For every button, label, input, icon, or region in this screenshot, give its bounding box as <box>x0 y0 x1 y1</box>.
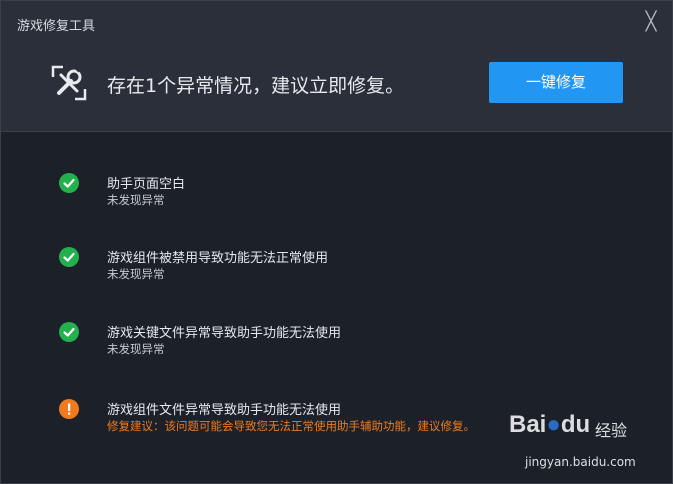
check-item-detail: 未发现异常 <box>107 342 165 356</box>
baidu-jingyan-watermark: Bai●du 经验 jingyan.baidu.com <box>509 411 669 475</box>
exclamation-circle-icon <box>59 399 79 419</box>
close-icon[interactable]: ╳ <box>640 11 662 33</box>
repair-tool-window: 游戏修复工具 ╳ 存在1个异常情况，建议立即修复。 一键修复 助手页面空白 未发现… <box>0 0 673 484</box>
wrench-screwdriver-icon <box>51 65 87 101</box>
watermark-label: 经验 <box>595 421 628 440</box>
check-circle-icon <box>59 322 79 342</box>
summary-message: 存在1个异常情况，建议立即修复。 <box>107 75 405 97</box>
check-item-detail: 未发现异常 <box>107 193 165 207</box>
check-item-title: 助手页面空白 <box>107 177 186 192</box>
check-item-detail: 未发现异常 <box>107 267 165 281</box>
window-title: 游戏修复工具 <box>17 19 96 34</box>
baidu-logo: Bai●du <box>509 411 591 438</box>
watermark-url: jingyan.baidu.com <box>525 455 636 469</box>
check-circle-icon <box>59 247 79 267</box>
check-item-title: 游戏关键文件异常导致助手功能无法使用 <box>107 326 342 341</box>
repair-suggestion: 修复建议：该问题可能会导致您无法正常使用助手辅助功能，建议修复。 <box>107 419 475 433</box>
check-item-title: 游戏组件被禁用导致功能无法正常使用 <box>107 251 329 266</box>
title-bar: 游戏修复工具 ╳ <box>1 1 672 45</box>
summary-header: 存在1个异常情况，建议立即修复。 一键修复 <box>1 45 672 132</box>
check-item-title: 游戏组件文件异常导致助手功能无法使用 <box>107 403 342 418</box>
one-click-repair-button[interactable]: 一键修复 <box>489 62 623 103</box>
check-circle-icon <box>59 173 79 193</box>
